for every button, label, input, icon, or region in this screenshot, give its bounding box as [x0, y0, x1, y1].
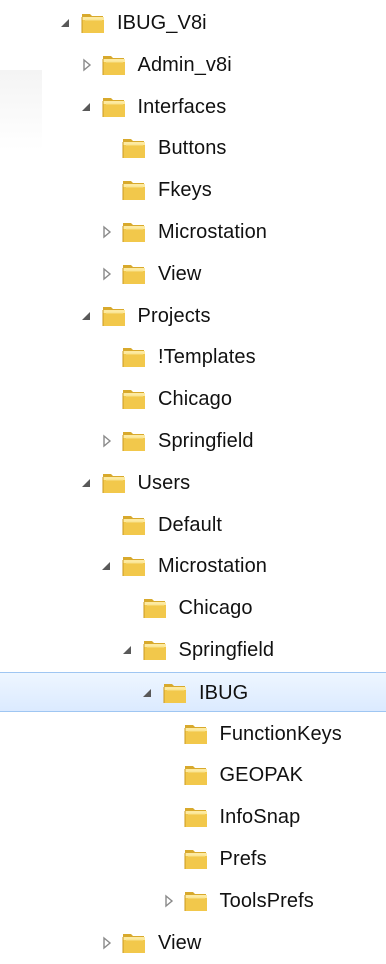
tree-row-view-users[interactable]: View: [0, 923, 386, 963]
folder-icon: [100, 52, 128, 78]
folder-icon: [120, 512, 148, 538]
expand-arrow-collapsed-icon[interactable]: [79, 57, 95, 73]
tree-item-label: Projects: [137, 304, 211, 327]
expand-arrow-collapsed-icon[interactable]: [99, 935, 115, 951]
folder-icon: [120, 135, 148, 161]
folder-icon: [141, 595, 169, 621]
folder-icon: [120, 344, 148, 370]
tree-item-label: Springfield: [158, 430, 254, 452]
folder-icon: [182, 762, 210, 788]
tree-item-label: Interfaces: [137, 95, 227, 118]
tree-item-label: IBUG: [199, 681, 249, 704]
expand-arrow-expanded-icon[interactable]: [79, 99, 95, 115]
tree-item-label: !Templates: [158, 346, 256, 369]
tree-row-ibug-selected[interactable]: IBUG: [0, 671, 386, 712]
tree-row-microstation-interfaces[interactable]: Microstation: [0, 212, 386, 252]
tree-item-label: Buttons: [158, 137, 227, 160]
tree-row-users[interactable]: Users: [0, 463, 386, 503]
folder-icon: [79, 10, 107, 36]
tree-item-label: FunctionKeys: [219, 722, 342, 745]
expand-arrow-expanded-icon[interactable]: [79, 308, 95, 324]
folder-icon: [120, 177, 148, 203]
expand-arrow-collapsed-icon[interactable]: [99, 224, 115, 240]
folder-icon: [120, 553, 148, 579]
file-tree-window: IBUG_V8i Admin_v8i Interfaces Buttons Fk…: [0, 0, 386, 964]
tree-item-label: Users: [137, 471, 191, 494]
folder-icon: [120, 428, 148, 454]
expand-arrow-expanded-icon[interactable]: [140, 685, 156, 701]
tree-row-toolsprefs[interactable]: ToolsPrefs: [0, 881, 386, 921]
folder-icon: [182, 721, 210, 747]
expand-arrow-collapsed-icon[interactable]: [161, 893, 177, 909]
folder-icon: [141, 637, 169, 663]
tree-row-geopak[interactable]: GEOPAK: [0, 755, 386, 795]
tree-row-admin-v8i[interactable]: Admin_v8i: [0, 45, 386, 85]
tree-item-label: View: [158, 262, 202, 285]
folder-icon: [120, 386, 148, 412]
expand-arrow-collapsed-icon[interactable]: [99, 266, 115, 282]
tree-row-functionkeys[interactable]: FunctionKeys: [0, 714, 386, 754]
folder-icon: [120, 219, 148, 245]
tree-row-buttons[interactable]: Buttons: [0, 128, 386, 168]
folder-icon: [161, 680, 189, 706]
folder-icon: [100, 470, 128, 496]
expand-arrow-expanded-icon[interactable]: [79, 475, 95, 491]
tree-item-label: Fkeys: [158, 179, 212, 202]
folder-icon: [100, 94, 128, 120]
tree-item-label: Microstation: [158, 555, 268, 578]
folder-icon: [120, 261, 148, 287]
expand-arrow-expanded-icon[interactable]: [58, 15, 74, 31]
tree-item-label: IBUG_V8i: [117, 12, 207, 34]
folder-icon: [182, 846, 210, 872]
expand-arrow-expanded-icon[interactable]: [99, 558, 115, 574]
folder-icon: [182, 804, 210, 830]
tree-row-chicago-projects[interactable]: Chicago: [0, 379, 386, 419]
tree-row-chicago-users[interactable]: Chicago: [0, 588, 386, 628]
tree-row-springfield-projects[interactable]: Springfield: [0, 421, 386, 461]
folder-icon: [182, 888, 210, 914]
tree-item-label: Springfield: [178, 639, 275, 661]
tree-row-projects[interactable]: Projects: [0, 296, 386, 336]
expand-arrow-expanded-icon[interactable]: [120, 642, 136, 658]
tree-row-fkeys[interactable]: Fkeys: [0, 170, 386, 210]
tree-row-templates[interactable]: !Templates: [0, 337, 386, 377]
tree-item-label: Chicago: [178, 597, 253, 620]
tree-row-springfield-users[interactable]: Springfield: [0, 630, 386, 670]
expand-arrow-collapsed-icon[interactable]: [99, 433, 115, 449]
tree-item-label: InfoSnap: [219, 806, 301, 829]
tree-item-label: GEOPAK: [219, 764, 304, 787]
tree-item-label: Microstation: [158, 221, 268, 243]
folder-icon: [100, 303, 128, 329]
tree-item-label: Chicago: [158, 388, 233, 411]
tree-item-label: Admin_v8i: [137, 53, 232, 76]
tree-item-label: Prefs: [219, 848, 267, 870]
tree-item-label: ToolsPrefs: [219, 889, 314, 912]
tree-row-interfaces[interactable]: Interfaces: [0, 87, 386, 127]
tree-item-label: Default: [158, 513, 223, 536]
tree-row-view-interfaces[interactable]: View: [0, 254, 386, 294]
tree-row-microstation-users[interactable]: Microstation: [0, 546, 386, 586]
tree-row-infosnap[interactable]: InfoSnap: [0, 797, 386, 837]
tree-row-prefs[interactable]: Prefs: [0, 839, 386, 879]
tree-item-label: View: [158, 931, 202, 954]
folder-icon: [120, 930, 148, 956]
tree-row-default[interactable]: Default: [0, 505, 386, 545]
tree-row-ibug-v8i[interactable]: IBUG_V8i: [0, 3, 386, 43]
